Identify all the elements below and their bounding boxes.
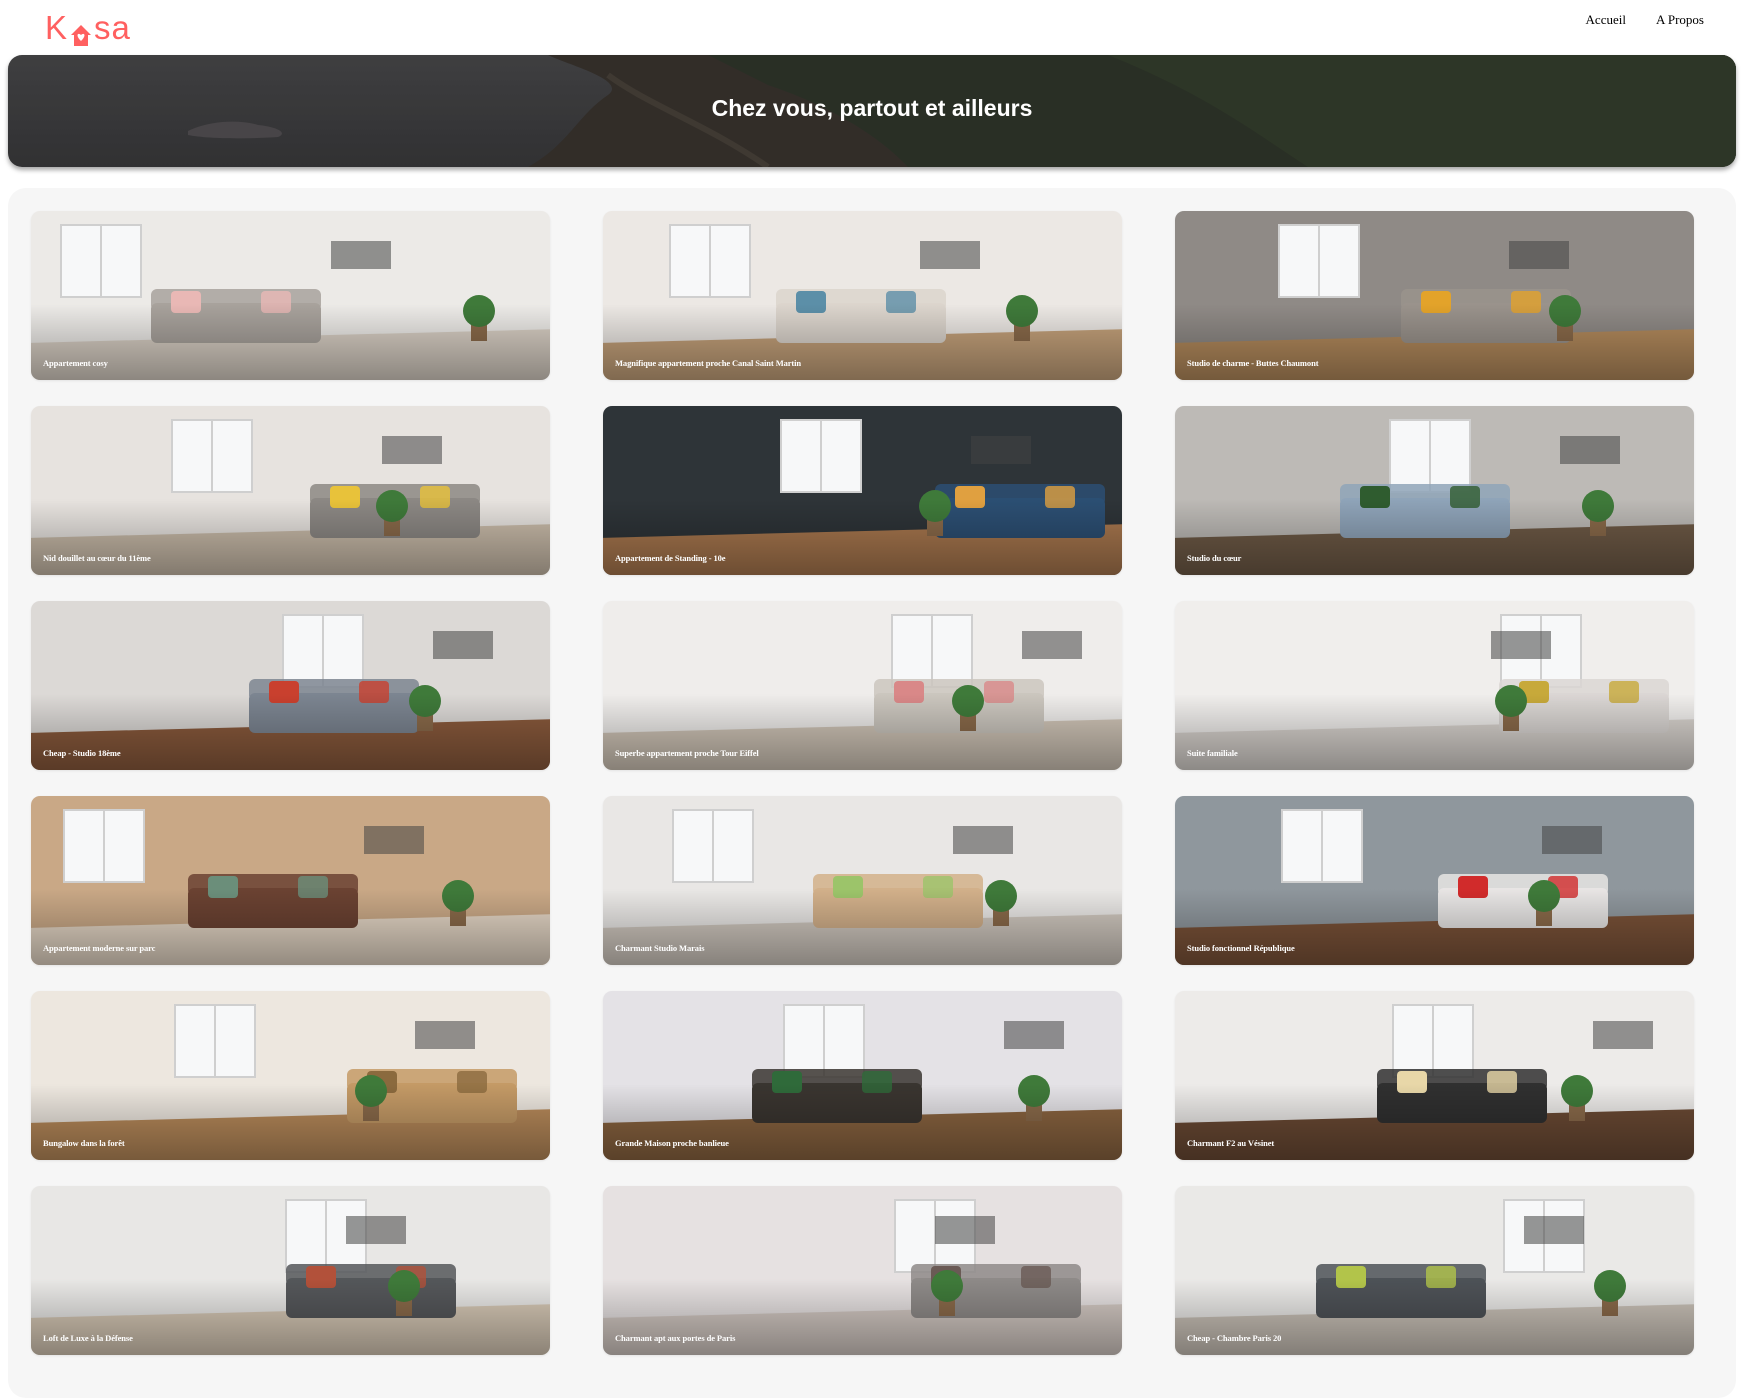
- listing-photo-overlay: [31, 1186, 550, 1355]
- listings-grid: Appartement cosy Magnifique appartement p…: [31, 211, 1694, 1355]
- listing-card[interactable]: Studio de charme - Buttes Chaumont: [1175, 211, 1694, 380]
- nav-link-accueil[interactable]: Accueil: [1586, 12, 1626, 28]
- listing-title: Superbe appartement proche Tour Eiffel: [615, 748, 759, 758]
- listing-card[interactable]: Bungalow dans la forêt: [31, 991, 550, 1160]
- house-icon: [70, 18, 92, 46]
- listing-title: Charmant F2 au Vésinet: [1187, 1138, 1275, 1148]
- listing-title: Bungalow dans la forêt: [43, 1138, 125, 1148]
- hero-banner: Chez vous, partout et ailleurs: [8, 55, 1736, 167]
- listing-title: Studio fonctionnel République: [1187, 943, 1295, 953]
- listing-title: Appartement de Standing - 10e: [615, 553, 726, 563]
- nav-link-a-propos[interactable]: A Propos: [1656, 12, 1704, 28]
- listing-title: Studio de charme - Buttes Chaumont: [1187, 358, 1319, 368]
- listing-title: Appartement moderne sur parc: [43, 943, 156, 953]
- listing-photo-overlay: [603, 796, 1122, 965]
- logo-letter-k: K: [45, 9, 69, 46]
- listing-title: Suite familiale: [1187, 748, 1238, 758]
- listing-photo-overlay: [1175, 796, 1694, 965]
- listing-title: Cheap - Studio 18ème: [43, 748, 121, 758]
- listing-card[interactable]: Grande Maison proche banlieue: [603, 991, 1122, 1160]
- listing-photo-overlay: [31, 796, 550, 965]
- listing-title: Charmant apt aux portes de Paris: [615, 1333, 736, 1343]
- listing-card[interactable]: Charmant F2 au Vésinet: [1175, 991, 1694, 1160]
- listing-photo-overlay: [603, 211, 1122, 380]
- logo-letters-sa: sa: [94, 9, 131, 46]
- listing-photo-overlay: [31, 601, 550, 770]
- listing-photo-overlay: [603, 991, 1122, 1160]
- banner-title: Chez vous, partout et ailleurs: [711, 95, 1033, 121]
- listings-gallery: Appartement cosy Magnifique appartement p…: [8, 188, 1736, 1398]
- listing-title: Cheap - Chambre Paris 20: [1187, 1333, 1282, 1343]
- listing-photo-overlay: [31, 406, 550, 575]
- listing-title: Appartement cosy: [43, 358, 108, 368]
- listing-card[interactable]: Appartement cosy: [31, 211, 550, 380]
- listing-card[interactable]: Studio du cœur: [1175, 406, 1694, 575]
- listing-photo-overlay: [31, 211, 550, 380]
- listing-card[interactable]: Appartement moderne sur parc: [31, 796, 550, 965]
- listing-card[interactable]: Cheap - Chambre Paris 20: [1175, 1186, 1694, 1355]
- listing-photo-overlay: [1175, 991, 1694, 1160]
- listing-card[interactable]: Appartement de Standing - 10e: [603, 406, 1122, 575]
- listing-title: Magnifique appartement proche Canal Sain…: [615, 358, 802, 368]
- listing-card[interactable]: Superbe appartement proche Tour Eiffel: [603, 601, 1122, 770]
- listing-title: Grande Maison proche banlieue: [615, 1138, 729, 1148]
- listing-card[interactable]: Studio fonctionnel République: [1175, 796, 1694, 965]
- listing-title: Loft de Luxe à la Défense: [43, 1333, 133, 1343]
- listing-title: Charmant Studio Marais: [615, 943, 705, 953]
- listing-card[interactable]: Suite familiale: [1175, 601, 1694, 770]
- kasa-logo[interactable]: K sa: [45, 8, 131, 48]
- listing-photo-overlay: [31, 991, 550, 1160]
- listing-title: Studio du cœur: [1187, 553, 1242, 563]
- listing-photo-overlay: [1175, 1186, 1694, 1355]
- main-nav: Accueil A Propos: [1586, 12, 1704, 28]
- listing-photo-overlay: [603, 601, 1122, 770]
- listing-card[interactable]: Charmant apt aux portes de Paris: [603, 1186, 1122, 1355]
- listing-title: Nid douillet au cœur du 11ème: [43, 553, 151, 563]
- listing-photo-overlay: [603, 406, 1122, 575]
- listing-card[interactable]: Nid douillet au cœur du 11ème: [31, 406, 550, 575]
- listing-photo-overlay: [603, 1186, 1122, 1355]
- header: K sa Accueil A Propos: [0, 0, 1743, 54]
- listing-card[interactable]: Charmant Studio Marais: [603, 796, 1122, 965]
- listing-card[interactable]: Magnifique appartement proche Canal Sain…: [603, 211, 1122, 380]
- listing-card[interactable]: Loft de Luxe à la Défense: [31, 1186, 550, 1355]
- listing-photo-overlay: [1175, 211, 1694, 380]
- listing-photo-overlay: [1175, 406, 1694, 575]
- listing-card[interactable]: Cheap - Studio 18ème: [31, 601, 550, 770]
- listing-photo-overlay: [1175, 601, 1694, 770]
